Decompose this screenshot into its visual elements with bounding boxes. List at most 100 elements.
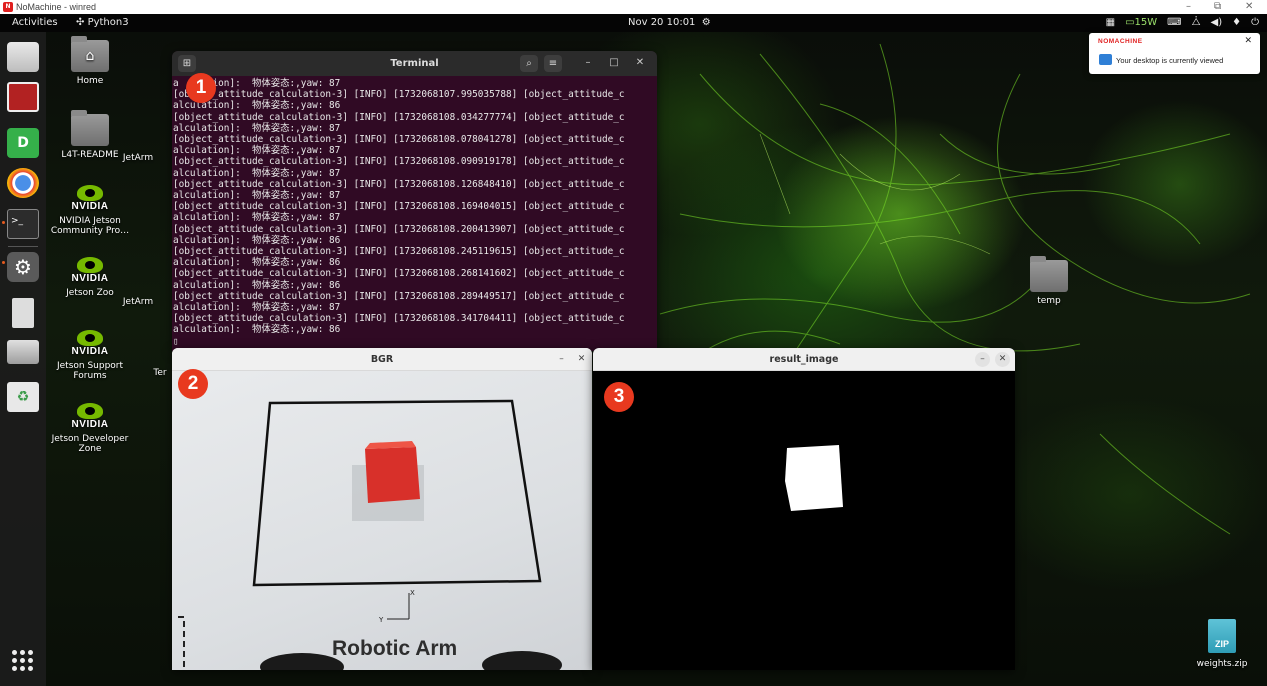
partial-desktop-label[interactable]: JetArm — [108, 153, 168, 163]
terminal-line: alculation]: 物体姿态:,yaw: 87 — [173, 145, 341, 157]
bgr-titlebar[interactable]: BGR – ✕ — [172, 348, 592, 371]
marker-1: 1 — [186, 73, 216, 103]
result-titlebar[interactable]: result_image – ✕ — [593, 348, 1015, 371]
app-menu-label: Python3 — [87, 17, 129, 28]
hamburger-menu-icon[interactable]: ≡ — [544, 55, 562, 72]
terminal-window[interactable]: ⊞ Terminal ⌕ ≡ – □ ✕ a ation]: 物体姿态:,yaw… — [172, 51, 657, 351]
activities-button[interactable]: Activities — [12, 14, 58, 32]
nvidia-wordmark: NVIDIA — [71, 346, 109, 357]
restore-icon[interactable]: ⧉ — [1214, 0, 1221, 14]
notification-message: Your desktop is currently viewed — [1116, 56, 1224, 65]
terminal-line: alculation]: 物体姿态:,yaw: 86 — [173, 279, 341, 291]
disk-icon[interactable] — [7, 340, 39, 364]
editor-app-icon[interactable]: D — [7, 128, 39, 158]
notification-brand: NOMACHINE — [1098, 38, 1143, 45]
nomachine-logo-icon: N — [3, 2, 13, 12]
binary-mask-view — [593, 371, 1015, 670]
terminal-line: a ation]: 物体姿态:,yaw: 87 — [173, 78, 341, 89]
terminal-line: alculation]: 物体姿态:,yaw: 87 — [173, 190, 341, 202]
zip-label: ZIP — [1214, 639, 1229, 649]
home-folder-icon: ⌂ — [71, 36, 109, 72]
nomachine-app-icon[interactable] — [7, 82, 39, 112]
nvidia-wordmark: NVIDIA — [71, 419, 109, 430]
terminal-line: alculation]: 物体姿态:,yaw: 87 — [173, 167, 341, 179]
zip-file-icon[interactable]: ZIP — [1208, 619, 1236, 653]
desktop-icon-community[interactable]: NVIDIA NVIDIA Jetson Community Pro… — [45, 178, 135, 236]
power-icon[interactable]: ⏻ — [1251, 14, 1259, 32]
bgr-window[interactable]: BGR – ✕ X Y Robotic Arm — [172, 348, 592, 670]
desktop-icon-label: weights.zip — [1196, 659, 1248, 669]
axis-y-label: Y — [378, 616, 384, 624]
terminal-line: alculation]: 物体姿态:,yaw: 86 — [173, 100, 341, 112]
close-icon[interactable]: ✕ — [574, 352, 589, 367]
files-icon[interactable] — [7, 42, 39, 72]
minimize-icon[interactable]: – — [554, 352, 569, 367]
desktop-viewed-icon — [1099, 54, 1112, 65]
partial-desktop-label[interactable]: JetArm — [108, 297, 168, 307]
tablet-icon[interactable] — [12, 298, 34, 328]
clock[interactable]: Nov 20 10:01 ⚙ — [628, 14, 711, 32]
nomachine-notification[interactable]: NOMACHINE ✕ Your desktop is currently vi… — [1089, 33, 1260, 74]
search-icon[interactable]: ⌕ — [520, 55, 538, 72]
close-icon[interactable]: ✕ — [632, 55, 648, 71]
terminal-titlebar[interactable]: ⊞ Terminal ⌕ ≡ – □ ✕ — [172, 51, 657, 76]
maximize-icon[interactable]: □ — [606, 55, 622, 71]
power-indicator[interactable]: ▭15W — [1125, 14, 1157, 32]
result-image-window[interactable]: result_image – ✕ — [593, 348, 1015, 670]
camera-view: X Y Robotic Arm — [172, 371, 592, 670]
dashed-line — [178, 616, 185, 670]
top-panel: Activities ✣ Python3 Nov 20 10:01 ⚙ ▦ ▭1… — [0, 14, 1267, 32]
nomachine-title: NoMachine - winred — [16, 2, 97, 12]
terminal-line: alculation]: 物体姿态:,yaw: 87 — [173, 302, 341, 314]
desktop-icon-developer-zone[interactable]: NVIDIA Jetson Developer Zone — [45, 396, 135, 454]
system-tray[interactable]: ▦ ▭15W ⌨ ⧊ ◀) ♦ ⏻ — [1106, 14, 1259, 32]
nvidia-logo-icon: NVIDIA — [67, 323, 113, 357]
red-cube — [365, 447, 420, 503]
nvidia-wordmark: NVIDIA — [71, 201, 109, 212]
nomachine-titlebar: N NoMachine - winred – ⧉ ✕ — [0, 0, 1267, 14]
desktop-icon-temp[interactable]: temp — [1004, 256, 1094, 306]
folder-icon — [71, 110, 109, 146]
running-indicator — [2, 261, 5, 264]
result-title: result_image — [769, 354, 839, 365]
desktop-icon-home[interactable]: ⌂ Home — [45, 36, 135, 86]
network-icon[interactable]: ⧊ — [1192, 14, 1201, 32]
nvidia-logo-icon: NVIDIA — [67, 250, 113, 284]
volume-icon[interactable]: ◀) — [1211, 14, 1223, 32]
terminal-line: [object_attitude_calculation-3] [INFO] [… — [173, 313, 625, 325]
app-menu[interactable]: ✣ Python3 — [76, 14, 129, 32]
keyboard-icon[interactable]: ⌨ — [1167, 14, 1181, 32]
nomachine-tray-icon[interactable]: ▦ — [1106, 14, 1115, 32]
trash-icon[interactable]: ♻ — [7, 382, 39, 412]
terminal-line: [object_attitude_calculation-3] [INFO] [… — [173, 178, 625, 190]
desktop-icon-support-forums[interactable]: NVIDIA Jetson Support Forums — [45, 323, 135, 381]
minimize-icon[interactable]: – — [975, 352, 990, 367]
show-apps-icon[interactable] — [12, 650, 34, 672]
terminal-line: [object_attitude_calculation-3] [INFO] [… — [173, 89, 625, 101]
minimize-icon[interactable]: – — [580, 55, 596, 71]
settings-gear-icon[interactable]: ⚙ — [7, 252, 39, 282]
desktop-icon-weights-zip[interactable]: weights.zip — [1177, 659, 1267, 669]
minimize-icon[interactable]: – — [1186, 0, 1191, 14]
terminal-line: alculation]: 物体姿态:,yaw: 87 — [173, 212, 341, 224]
terminal-line: alculation]: 物体姿态:,yaw: 86 — [173, 234, 341, 246]
clock-label: Nov 20 10:01 — [628, 17, 696, 28]
desktop-icon-label: temp — [1037, 296, 1061, 306]
robotic-arm-label: Robotic Arm — [332, 637, 458, 660]
microphone-icon[interactable]: ♦ — [1232, 14, 1241, 32]
close-icon[interactable]: ✕ — [1244, 36, 1252, 46]
terminal-line: alculation]: 物体姿态:,yaw: 87 — [173, 122, 341, 134]
terminal-line: [object_attitude_calculation-3] [INFO] [… — [173, 268, 625, 280]
chromium-icon[interactable] — [7, 168, 39, 198]
desktop-icon-jetson-zoo[interactable]: NVIDIA Jetson Zoo — [45, 250, 135, 298]
close-icon[interactable]: ✕ — [1245, 0, 1253, 14]
marker-3: 3 — [604, 382, 634, 412]
terminal-app-icon[interactable]: >_ — [7, 209, 39, 239]
terminal-line: [object_attitude_calculation-3] [INFO] [… — [173, 201, 625, 213]
nvidia-logo-icon: NVIDIA — [67, 396, 113, 430]
terminal-output[interactable]: a ation]: 物体姿态:,yaw: 87 [object_attitude_… — [172, 76, 657, 347]
dock: D >_ ⚙ ♻ — [0, 32, 46, 686]
desktop-icon-label: NVIDIA Jetson Community Pro… — [50, 216, 130, 236]
camera-scene: X Y — [178, 399, 562, 670]
close-icon[interactable]: ✕ — [995, 352, 1010, 367]
